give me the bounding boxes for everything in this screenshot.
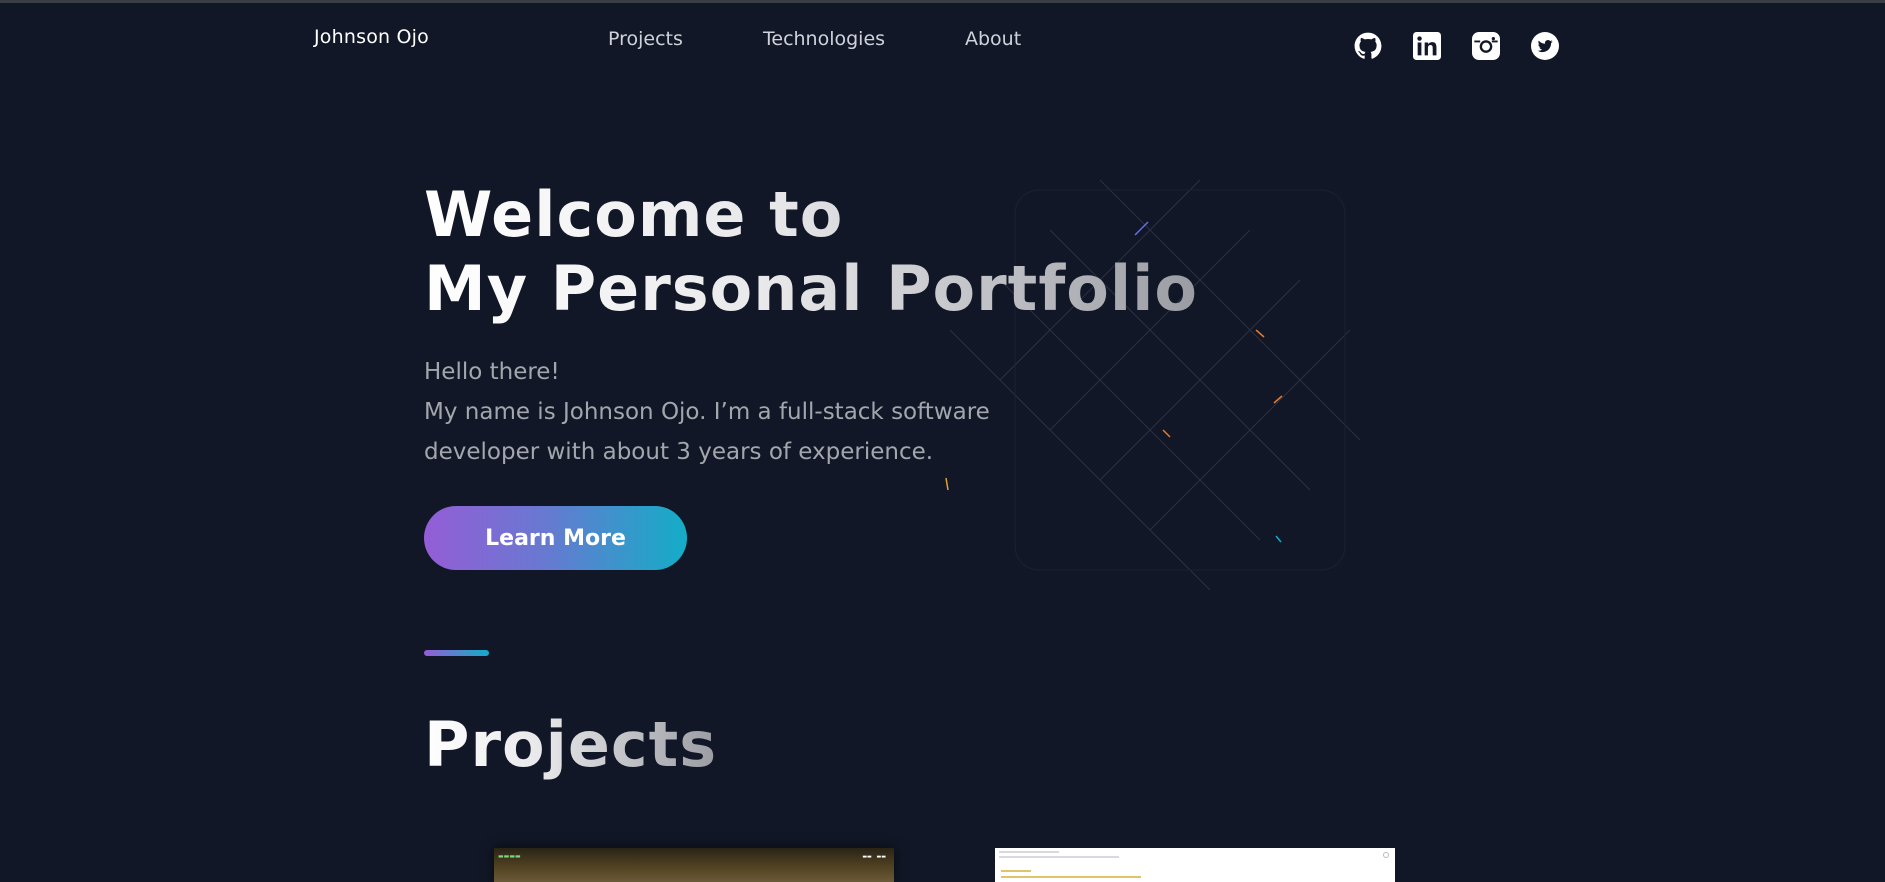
hero-description: Hello there! My name is Johnson Ojo. I’m… <box>424 352 1024 472</box>
project-card-image-1[interactable]: ▬▬▬▬ ▬▬ ▬▬ <box>494 848 894 882</box>
twitter-icon[interactable] <box>1531 32 1559 60</box>
thumbnail-text-line <box>1001 876 1141 878</box>
thumbnail-control-icon <box>1383 852 1389 858</box>
github-icon[interactable] <box>1354 32 1382 60</box>
hero-title: Welcome to My Personal Portfolio <box>424 178 1198 326</box>
hero-title-line-2: My Personal Portfolio <box>424 252 1198 325</box>
nav-link-technologies[interactable]: Technologies <box>763 28 885 50</box>
project-thumbnail-nav: ▬▬ ▬▬ <box>862 854 886 860</box>
thumbnail-text-line <box>999 856 1119 858</box>
hero-title-line-1: Welcome to <box>424 178 844 251</box>
projects-section-title: Projects <box>424 708 718 781</box>
navbar: Johnson Ojo Projects Technologies About <box>0 0 1885 80</box>
nav-link-about[interactable]: About <box>965 28 1021 50</box>
learn-more-button[interactable]: Learn More <box>424 506 687 570</box>
project-card-image-2[interactable] <box>995 848 1395 882</box>
nav-link-projects[interactable]: Projects <box>608 28 683 50</box>
instagram-icon[interactable] <box>1472 32 1500 60</box>
thumbnail-text-line <box>1001 870 1031 872</box>
project-thumbnail-logo: ▬▬▬▬ <box>498 853 521 860</box>
hero-text-line-3: developer with about 3 years of experien… <box>424 439 934 465</box>
thumbnail-text-line <box>999 851 1059 853</box>
brand-logo[interactable]: Johnson Ojo <box>314 26 429 48</box>
section-divider <box>424 650 489 656</box>
hero-text-line-2: My name is Johnson Ojo. I’m a full-stack… <box>424 399 990 425</box>
linkedin-icon[interactable] <box>1413 32 1441 60</box>
hero-text-line-1: Hello there! <box>424 359 560 385</box>
